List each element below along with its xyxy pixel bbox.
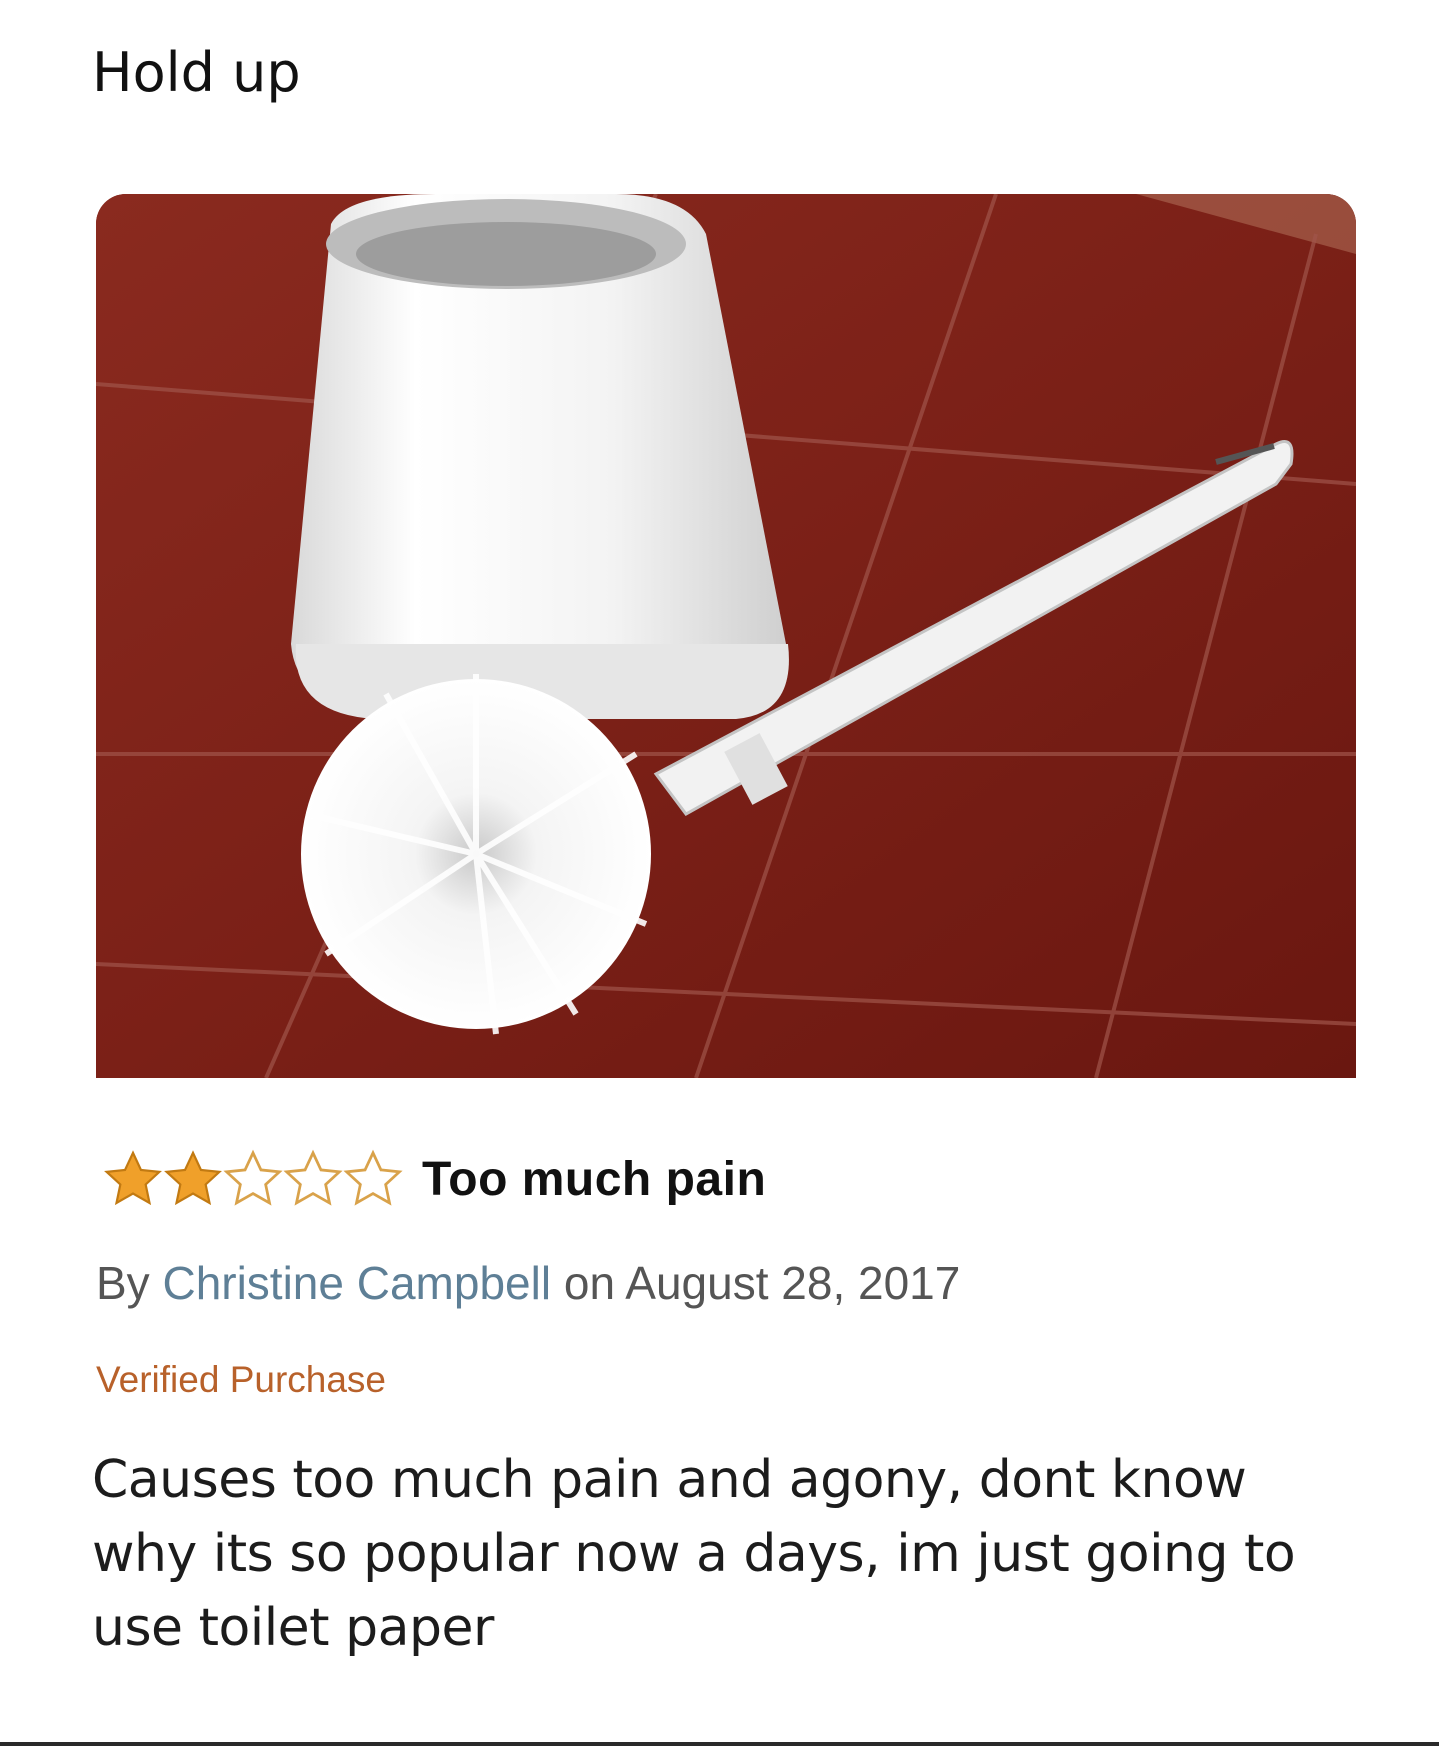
author-link[interactable]: Christine Campbell — [162, 1257, 551, 1309]
date-prefix: on — [563, 1257, 616, 1309]
product-image — [96, 194, 1356, 1078]
star-filled-icon — [160, 1146, 226, 1212]
byline-prefix: By — [96, 1257, 150, 1309]
verified-purchase-badge: Verified Purchase — [96, 1359, 387, 1400]
review-body: Causes too much pain and agony, dont kno… — [92, 1450, 1296, 1658]
review-byline: By Christine Campbell on August 28, 2017 — [96, 1250, 960, 1316]
star-rating — [100, 1146, 403, 1212]
review-title[interactable]: Too much pain — [422, 1152, 766, 1207]
star-filled-icon — [100, 1146, 166, 1212]
review-date: August 28, 2017 — [625, 1257, 961, 1309]
review-heading: Too much pain — [100, 1143, 766, 1215]
star-empty-icon — [340, 1146, 406, 1212]
post-caption: Hold up — [92, 41, 301, 104]
bottom-divider — [0, 1742, 1439, 1746]
star-empty-icon — [280, 1146, 346, 1212]
star-empty-icon — [220, 1146, 286, 1212]
